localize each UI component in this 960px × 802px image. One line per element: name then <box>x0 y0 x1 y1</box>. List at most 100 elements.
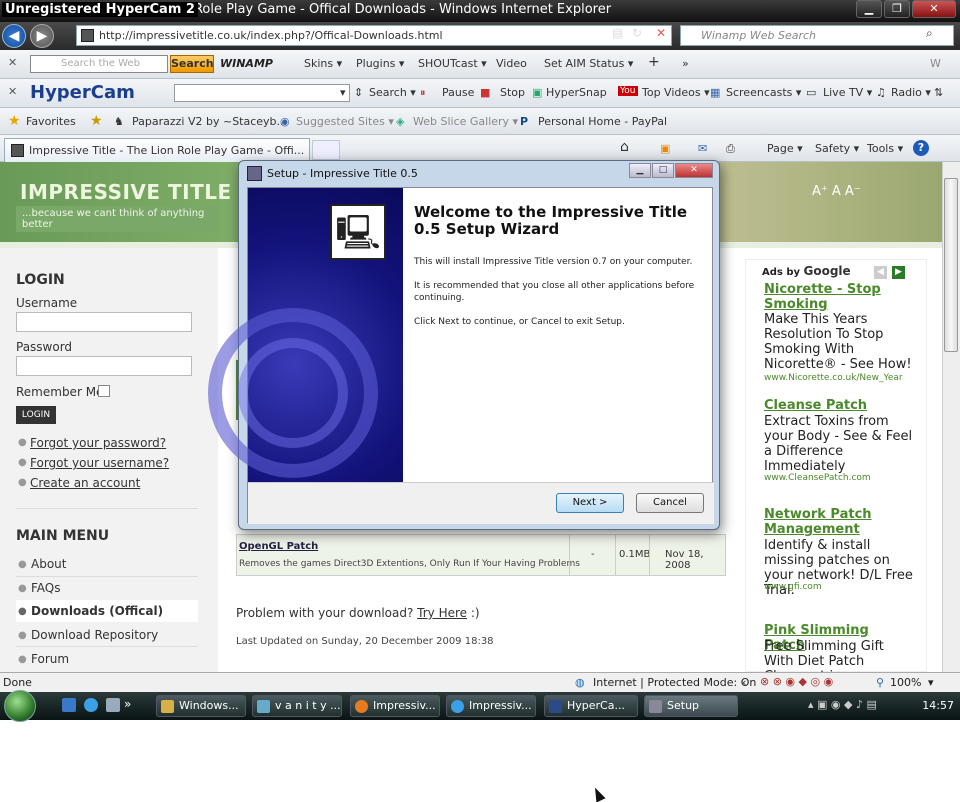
dialog-maximize-button[interactable]: □ <box>652 163 674 178</box>
scrollbar-thumb[interactable] <box>944 178 958 352</box>
security-zone[interactable]: Internet | Protected Mode: On <box>593 676 756 689</box>
fav-suggested-sites[interactable]: Suggested Sites ▾ <box>296 115 394 128</box>
remember-me-checkbox[interactable] <box>98 385 110 397</box>
dialog-close-button[interactable]: ✕ <box>675 163 713 178</box>
home-icon[interactable]: ⌂ <box>620 139 629 155</box>
try-here-link[interactable]: Try Here <box>417 606 467 620</box>
search-icon[interactable]: ⌕ <box>926 26 933 41</box>
cancel-button[interactable]: Cancel <box>636 493 704 513</box>
fav-paparazzi[interactable]: Paparazzi V2 by ~Staceyb... <box>132 115 287 128</box>
chevron-left-icon[interactable]: ‹ <box>742 676 746 689</box>
ad-title[interactable]: Network Patch Management <box>764 507 914 537</box>
font-size-controls[interactable]: A⁺ A A⁻ <box>812 184 861 199</box>
ie-quicklaunch-icon[interactable] <box>84 698 98 712</box>
ads-prev-icon[interactable]: ◀ <box>874 266 887 279</box>
help-icon[interactable]: ? <box>913 140 929 156</box>
zoom-dropdown-icon[interactable]: ▾ <box>928 676 934 689</box>
toolbar-item-video[interactable]: Video <box>496 57 527 70</box>
new-tab-button[interactable] <box>312 140 340 160</box>
ad-title[interactable]: Cleanse Patch <box>764 398 914 413</box>
ad-url[interactable]: www.CleansePatch.com <box>764 473 871 483</box>
show-desktop-icon[interactable] <box>62 698 76 712</box>
taskbar-button[interactable]: Impressiv... <box>446 695 536 717</box>
chevron-down-icon[interactable]: ▾ <box>340 86 346 99</box>
toolbar-options-icon[interactable]: ⇅ <box>934 86 943 99</box>
create-account-link[interactable]: Create an account <box>30 476 140 490</box>
addon-icons[interactable]: ⊗ ⊗ ◉ ◆ ◎ ◉ <box>760 675 833 688</box>
stop-icon[interactable]: ✕ <box>656 26 666 40</box>
forgot-password-link[interactable]: Forgot your password? <box>30 436 166 450</box>
password-field[interactable] <box>16 356 192 376</box>
next-button[interactable]: Next > <box>556 493 624 513</box>
ad-url[interactable]: www.Nicorette.co.uk/New_Year <box>764 373 903 383</box>
login-button[interactable]: LOGIN <box>16 406 56 424</box>
tray-icons[interactable]: ▴ ▣ ◉ ◆ ♪ ▤ <box>808 698 877 711</box>
taskbar-button[interactable]: v a n i t y ... <box>252 695 342 717</box>
menu-item-download-repository[interactable]: Download Repository <box>31 628 158 642</box>
toolbar-item-stop[interactable]: Stop <box>500 86 525 99</box>
taskbar-button-active[interactable]: Setup <box>644 695 738 717</box>
taskbar-button[interactable]: Impressiv... <box>350 695 440 717</box>
forgot-username-link[interactable]: Forgot your username? <box>30 456 169 470</box>
menu-item-forum[interactable]: Forum <box>31 652 69 666</box>
close-button[interactable]: ✕ <box>912 0 956 18</box>
close-toolbar-icon[interactable]: ✕ <box>8 56 17 69</box>
minimize-button[interactable]: ▁ <box>856 0 882 18</box>
add-icon[interactable]: + <box>648 54 660 70</box>
toolbar-item-aim-status[interactable]: Set AIM Status ▾ <box>544 57 633 70</box>
toolbar-item-live-tv[interactable]: Live TV ▾ <box>823 86 872 99</box>
taskbar-button[interactable]: Windows... <box>156 695 246 717</box>
toolbar-item-top-videos[interactable]: Top Videos ▾ <box>642 86 710 99</box>
quicklaunch-more-icon[interactable]: » <box>124 697 131 711</box>
clock[interactable]: 14:57 <box>922 699 954 712</box>
toolbar-item-pause[interactable]: Pause <box>442 86 474 99</box>
menu-item-faqs[interactable]: FAQs <box>31 581 61 595</box>
add-favorite-icon[interactable]: ★ <box>90 113 103 129</box>
tab-impressive-title[interactable]: Impressive Title - The Lion Role Play Ga… <box>4 138 310 162</box>
page-menu[interactable]: Page ▾ <box>767 142 803 155</box>
fav-web-slice-gallery[interactable]: Web Slice Gallery ▾ <box>413 115 518 128</box>
toolbar-item-hypersnap[interactable]: HyperSnap <box>546 86 607 99</box>
safety-menu[interactable]: Safety ▾ <box>815 142 859 155</box>
hypercam-search-dropdown[interactable] <box>174 84 350 102</box>
compatibility-icon[interactable]: ▤ <box>612 26 623 40</box>
feeds-icon[interactable]: ▣ <box>660 142 670 155</box>
site-title[interactable]: IMPRESSIVE TITLE <box>20 180 232 204</box>
address-bar[interactable]: http://impressivetitle.co.uk/index.php?/… <box>76 25 672 46</box>
tools-menu[interactable]: Tools ▾ <box>867 142 903 155</box>
start-button[interactable] <box>4 690 36 722</box>
back-button[interactable]: ◀ <box>2 24 26 48</box>
status-text: Done <box>3 676 32 689</box>
ad-url[interactable]: www.gfi.com <box>764 582 822 592</box>
toolbar-item-plugins[interactable]: Plugins ▾ <box>356 57 404 70</box>
ad-title[interactable]: Nicorette - Stop Smoking <box>764 282 914 312</box>
username-field[interactable] <box>16 312 192 332</box>
refresh-icon[interactable]: ↻ <box>632 26 642 40</box>
zoom-level[interactable]: 100% <box>890 676 921 689</box>
dialog-minimize-button[interactable]: ▁ <box>629 163 651 178</box>
toolbar-item-skins[interactable]: Skins ▾ <box>304 57 342 70</box>
fav-paypal[interactable]: Personal Home - PayPal <box>538 115 667 128</box>
toolbar-item-screencasts[interactable]: Screencasts ▾ <box>726 86 801 99</box>
taskbar-label: Impressiv... <box>373 699 436 712</box>
favorites-button[interactable]: Favorites <box>26 115 76 128</box>
taskbar-button[interactable]: HyperCa... <box>544 695 638 717</box>
menu-item-downloads[interactable]: Downloads (Offical) <box>31 604 163 618</box>
print-icon[interactable]: ⎙ <box>726 142 735 156</box>
switch-windows-icon[interactable] <box>106 698 120 712</box>
web-search-input[interactable]: Winamp Web Search <box>680 25 954 46</box>
forward-button[interactable]: ▶ <box>30 24 54 48</box>
toolbar-item-search[interactable]: Search ▾ <box>369 86 416 99</box>
ads-next-icon[interactable]: ▶ <box>892 266 905 279</box>
download-name-link[interactable]: OpenGL Patch <box>239 541 318 552</box>
more-chevron-icon[interactable]: » <box>682 57 689 70</box>
mail-icon[interactable]: ✉ <box>698 142 707 155</box>
close-toolbar-icon[interactable]: ✕ <box>8 85 17 98</box>
toolbar-item-radio[interactable]: Radio ▾ <box>891 86 931 99</box>
maximize-button[interactable]: ❐ <box>884 0 910 18</box>
winamp-search-input[interactable]: Search the Web <box>30 55 168 73</box>
winamp-search-button[interactable]: Search <box>170 55 214 73</box>
menu-item-about[interactable]: About <box>31 557 66 571</box>
window-title-bar: Unregistered HyperCam 2Role Play Game - … <box>0 0 960 22</box>
toolbar-item-shoutcast[interactable]: SHOUTcast ▾ <box>418 57 487 70</box>
